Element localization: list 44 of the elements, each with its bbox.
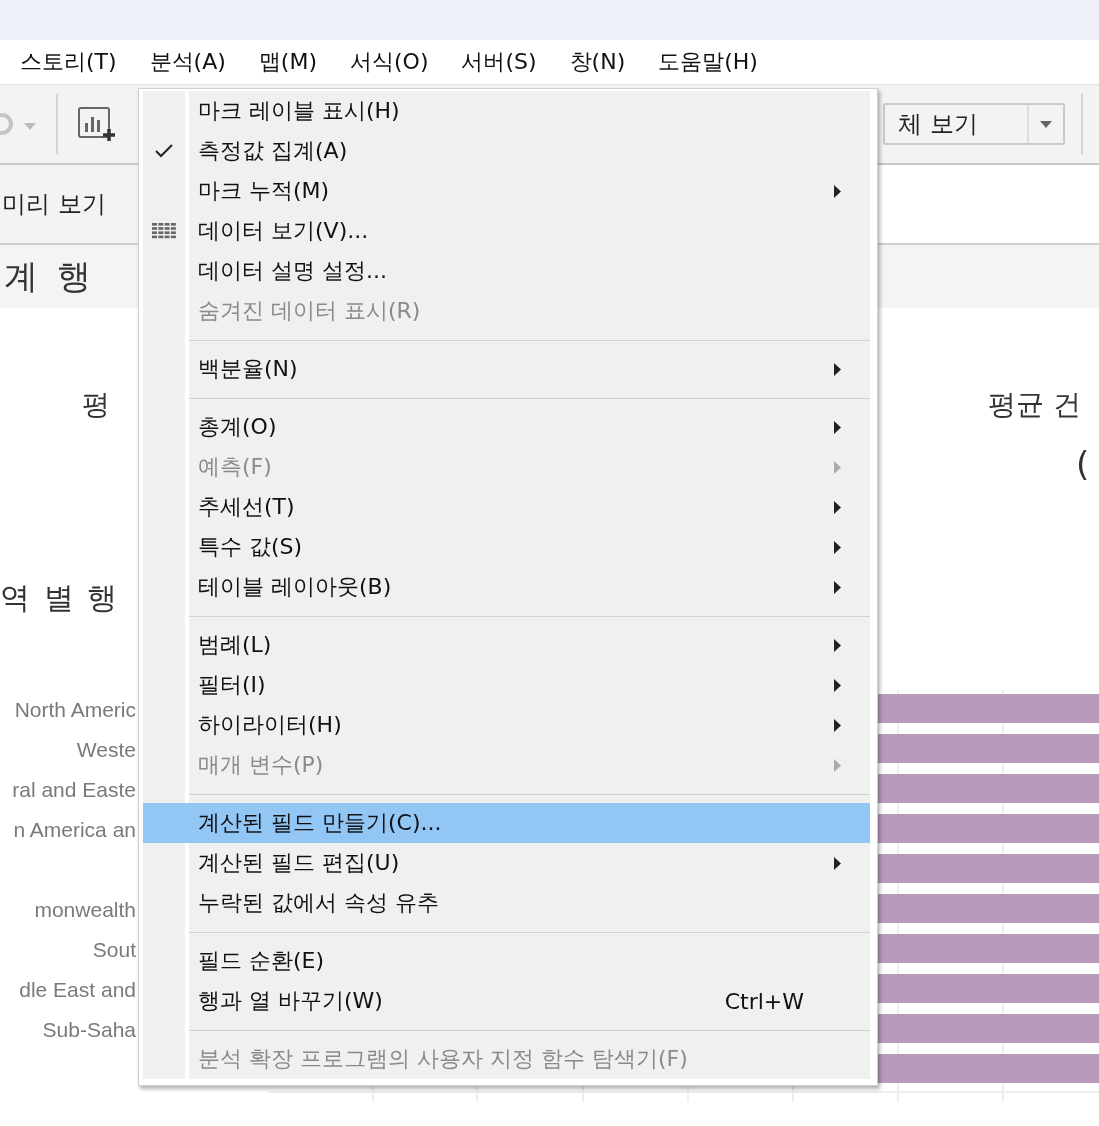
- menu-bar-item[interactable]: 분석(A): [149, 47, 226, 77]
- menu-item[interactable]: 데이터 설명 설정...: [143, 251, 870, 291]
- menu-item[interactable]: 테이블 레이아웃(B): [143, 567, 870, 607]
- menu-item[interactable]: 데이터 보기(V)...: [143, 211, 870, 251]
- table-icon: [152, 223, 176, 239]
- menu-item[interactable]: 마크 누적(M): [143, 171, 870, 211]
- menu-bar-item[interactable]: 스토리(T): [20, 47, 117, 77]
- menu-item[interactable]: 총계(O): [143, 407, 870, 447]
- menu-item[interactable]: 측정값 집계(A): [143, 131, 870, 171]
- kpi-value: (: [1076, 443, 1090, 485]
- menu-item[interactable]: 마크 레이블 표시(H): [143, 91, 870, 131]
- region-label: Sout: [91, 937, 136, 963]
- menu-item[interactable]: 계산된 필드 만들기(C)...: [143, 803, 870, 843]
- view-dropdown[interactable]: 체 보기: [883, 103, 1065, 145]
- region-label: North Americ: [13, 697, 136, 723]
- shortcut-text: Ctrl+W: [724, 988, 804, 1014]
- caret-icon[interactable]: [1040, 120, 1052, 128]
- menu-item[interactable]: 백분율(N): [143, 349, 870, 389]
- region-label: Sub-Saha: [41, 1017, 136, 1043]
- region-label: Weste: [75, 737, 136, 763]
- sheet-title: 계 행: [4, 254, 95, 298]
- menu-bar-item[interactable]: 서식(O): [350, 47, 429, 77]
- menu-item[interactable]: 누락된 값에서 속성 유추: [143, 883, 870, 923]
- menu-item[interactable]: 계산된 필드 편집(U): [143, 843, 870, 883]
- menu-item[interactable]: 하이라이터(H): [143, 705, 870, 745]
- menu-item[interactable]: 범례(L): [143, 625, 870, 665]
- region-label: dle East and: [18, 977, 136, 1003]
- preview-label[interactable]: 미리 보기: [2, 188, 106, 220]
- menu-bar-item[interactable]: 창(N): [569, 47, 626, 77]
- kpi-label: 평: [82, 387, 110, 423]
- menu-item[interactable]: 특수 값(S): [143, 527, 870, 567]
- menu-item[interactable]: 행과 열 바꾸기(W) Ctrl+W: [143, 981, 870, 1021]
- chart-add-icon[interactable]: [78, 107, 116, 141]
- menu-bar-item[interactable]: 도움말(H): [658, 47, 758, 77]
- kpi-label: 평균 건: [988, 387, 1081, 423]
- menu-bar-item[interactable]: 서버(S): [461, 47, 537, 77]
- menu-item[interactable]: 추세선(T): [143, 487, 870, 527]
- region-label: ral and Easte: [11, 777, 136, 803]
- menu-bar-item[interactable]: 맵(M): [258, 47, 317, 77]
- region-label: monwealth: [33, 897, 136, 923]
- menu-item[interactable]: 필터(I): [143, 665, 870, 705]
- region-label: n America an: [12, 817, 136, 843]
- section-title: 역 별 행: [0, 579, 120, 617]
- menu-item[interactable]: 필드 순환(E): [143, 941, 870, 981]
